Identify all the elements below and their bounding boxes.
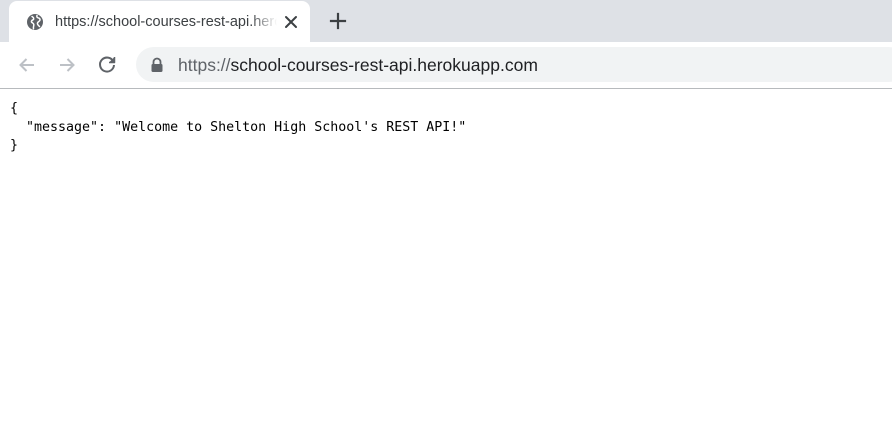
new-tab-plus-icon[interactable] [326,9,350,33]
url-host: school-courses-rest-api.herokuapp.com [230,55,538,75]
lock-icon[interactable] [150,57,164,73]
globe-icon [27,14,43,30]
back-arrow-icon[interactable] [15,53,39,77]
json-response-body: { "message": "Welcome to Shelton High Sc… [10,100,892,156]
url-scheme: https:// [178,55,231,75]
tab-strip: https://school-courses-rest-api.herokuap… [0,0,892,42]
tab-active[interactable]: https://school-courses-rest-api.herokuap… [9,1,310,42]
url-text[interactable]: https://school-courses-rest-api.herokuap… [178,54,538,76]
address-bar[interactable]: https://school-courses-rest-api.herokuap… [136,47,892,82]
json-message-line: "message": "Welcome to Shelton High Scho… [10,119,467,135]
json-close-brace: } [10,138,19,153]
json-open-brace: { [10,101,19,116]
close-icon[interactable] [282,13,300,31]
reload-icon[interactable] [95,53,119,77]
browser-toolbar: https://school-courses-rest-api.herokuap… [0,42,892,89]
tab-title: https://school-courses-rest-api.herokuap… [55,14,277,30]
forward-arrow-icon[interactable] [55,53,79,77]
